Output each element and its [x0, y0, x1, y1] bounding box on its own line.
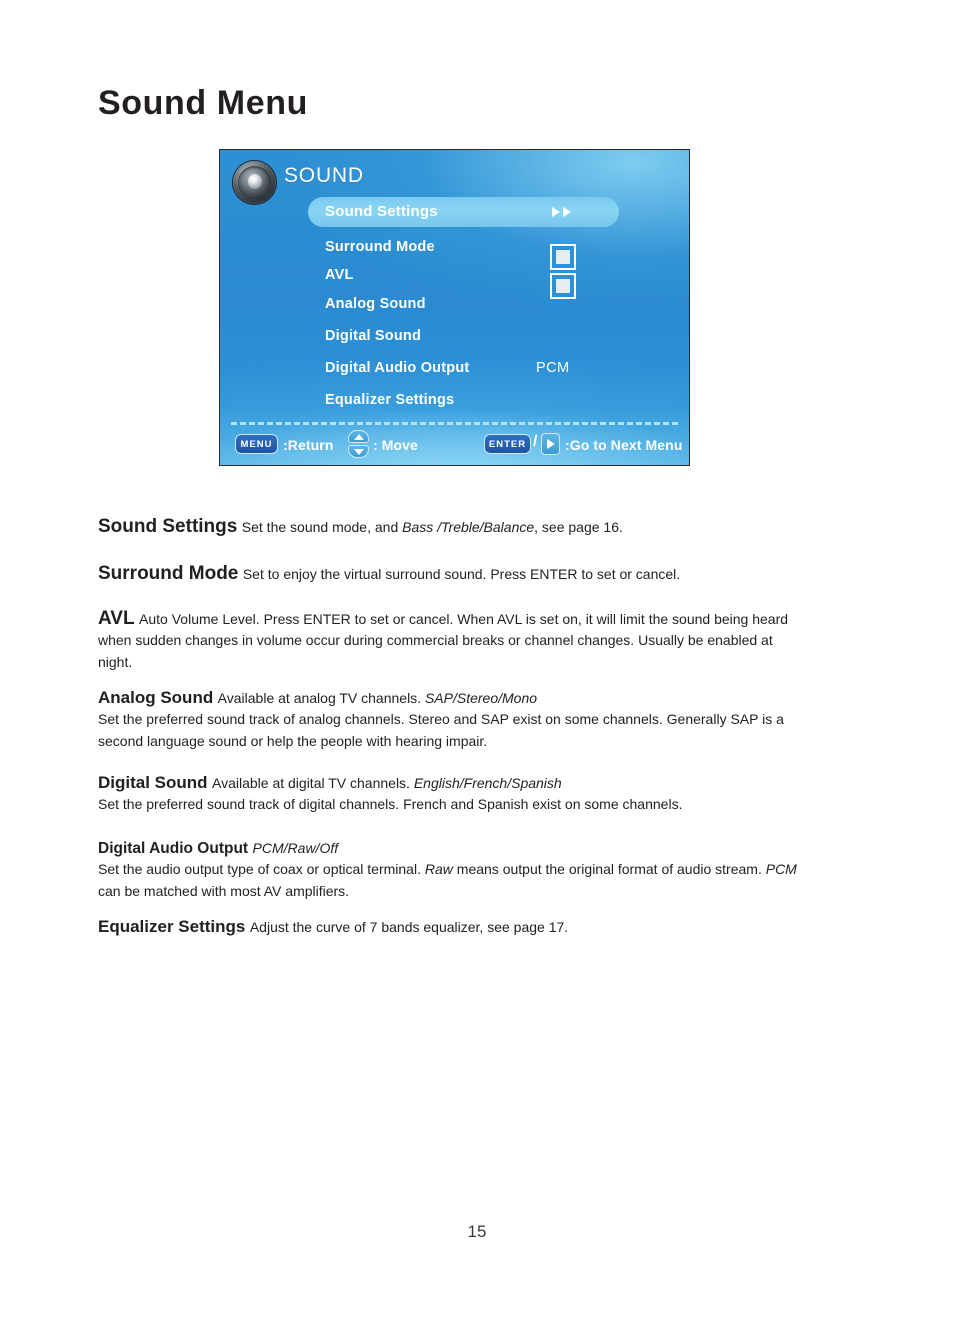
- section-analog-sound: Analog Sound Available at analog TV chan…: [98, 688, 810, 752]
- section-avl: AVL Auto Volume Level. Press ENTER to se…: [98, 608, 810, 673]
- osd-title: SOUND: [284, 164, 364, 187]
- section-heading: Equalizer Settings: [98, 917, 246, 936]
- down-arrow-icon[interactable]: [348, 445, 369, 458]
- section-surround-mode: Surround Mode Set to enjoy the virtual s…: [98, 560, 810, 589]
- section-body: Auto Volume Level. Press ENTER to set or…: [98, 611, 789, 670]
- surround-mode-checkbox[interactable]: [550, 244, 576, 270]
- double-right-arrow-icon: [552, 207, 571, 217]
- speaker-icon: [233, 161, 276, 204]
- menu-item-sound-settings[interactable]: Sound Settings: [308, 197, 619, 227]
- menu-item-equalizer-settings[interactable]: Equalizer Settings: [325, 392, 454, 408]
- enter-key-action: :Go to Next Menu: [565, 437, 683, 453]
- section-heading: AVL: [98, 608, 135, 629]
- section-equalizer-settings: Equalizer Settings Adjust the curve of 7…: [98, 914, 810, 940]
- section-digital-audio-output: Digital Audio Output PCM/Raw/Off Set the …: [98, 838, 810, 902]
- section-body: Adjust the curve of 7 bands equalizer, s…: [249, 919, 569, 935]
- section-body: Set the sound mode, and Bass /Treble/Bal…: [241, 519, 623, 535]
- avl-checkbox[interactable]: [550, 273, 576, 299]
- menu-item-analog-sound[interactable]: Analog Sound: [325, 296, 426, 312]
- section-heading: Digital Audio Output: [98, 840, 249, 857]
- osd-sound-menu-screenshot: SOUND Sound Settings Surround Mode AVL A…: [219, 149, 690, 466]
- up-down-arrows-icon[interactable]: [348, 430, 369, 458]
- section-body: Set to enjoy the virtual surround sound.…: [242, 566, 681, 582]
- menu-key-action: :Return: [283, 437, 334, 453]
- move-action: : Move: [373, 437, 418, 453]
- menu-key-button[interactable]: MENU: [235, 434, 278, 454]
- checkbox-inner: [556, 279, 570, 293]
- page-number: 15: [467, 1222, 487, 1241]
- menu-item-digital-sound[interactable]: Digital Sound: [325, 328, 421, 344]
- divider: [231, 422, 678, 425]
- menu-item-surround-mode[interactable]: Surround Mode: [325, 239, 435, 255]
- page-title: Sound Menu: [98, 84, 308, 122]
- digital-audio-output-value: PCM: [536, 360, 570, 376]
- menu-item-avl[interactable]: AVL: [325, 267, 354, 283]
- section-heading: Surround Mode: [98, 563, 239, 584]
- up-arrow-icon[interactable]: [348, 430, 369, 443]
- checkbox-inner: [556, 250, 570, 264]
- enter-key-button[interactable]: ENTER: [484, 434, 531, 454]
- section-heading: Digital Sound: [98, 773, 208, 792]
- right-arrow-icon[interactable]: [541, 433, 560, 455]
- menu-item-label: Sound Settings: [325, 203, 438, 220]
- menu-item-digital-audio-output[interactable]: Digital Audio Output: [325, 360, 469, 376]
- section-digital-sound: Digital Sound Available at digital TV ch…: [98, 773, 810, 816]
- slash-separator: /: [533, 433, 538, 450]
- section-sound-settings: Sound Settings Set the sound mode, and B…: [98, 513, 810, 542]
- section-heading: Analog Sound: [98, 688, 214, 707]
- section-heading: Sound Settings: [98, 516, 238, 537]
